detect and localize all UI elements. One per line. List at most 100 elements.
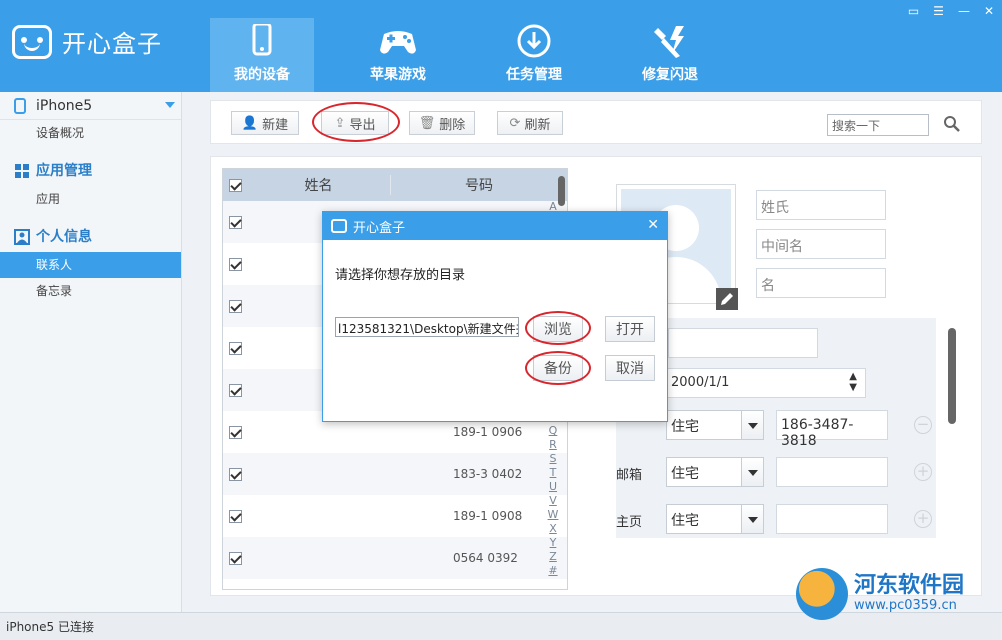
row-checkbox[interactable] (228, 551, 242, 565)
chevron-down-icon[interactable] (741, 411, 763, 439)
middle-name-field[interactable]: 中间名 (756, 229, 886, 259)
contacts-list-header: 姓名 号码 (223, 169, 567, 201)
sidebar-item-memos[interactable]: 备忘录 (0, 278, 181, 304)
alphabet-index-letter[interactable]: U (546, 480, 560, 494)
app-title: 开心盒子 (62, 30, 162, 58)
row-checkbox[interactable] (228, 215, 242, 229)
refresh-button[interactable]: ⟳ 刷新 (497, 111, 563, 135)
row-checkbox[interactable] (228, 257, 242, 271)
alphabet-index-letter[interactable]: Z (546, 550, 560, 564)
delete-button-label: 删除 (439, 117, 466, 133)
gamepad-icon (380, 31, 416, 54)
sidebar-item-device-overview[interactable]: 设备概况 (0, 120, 181, 146)
table-row[interactable]: 189-1 0908 (223, 495, 567, 537)
given-name-field[interactable]: 名 (756, 268, 886, 298)
watermark-name: 河东软件园 (854, 573, 965, 598)
cancel-button[interactable]: 取消 (605, 355, 655, 381)
detail-scrollbar[interactable] (948, 328, 956, 424)
birthday-field[interactable]: 2000/1/1 ▲ ▼ (666, 368, 866, 398)
alphabet-index-letter[interactable]: Q (546, 424, 560, 438)
nav-tab-task-manager[interactable]: 任务管理 (482, 18, 586, 92)
email-field[interactable] (776, 457, 888, 487)
column-header-number[interactable]: 号码 (391, 175, 567, 195)
contact-number: 0564 0392 (453, 551, 518, 565)
email-type-value: 住宅 (671, 466, 699, 482)
annotation-circle (525, 351, 591, 385)
select-all-checkbox[interactable] (228, 178, 242, 192)
phone-type-value: 住宅 (671, 419, 699, 435)
download-icon (517, 24, 551, 58)
row-checkbox[interactable] (228, 383, 242, 397)
dialog-title: 开心盒子 (353, 220, 406, 236)
nav-tab-label: 我的设备 (234, 67, 290, 83)
homepage-type-select[interactable]: 住宅 (666, 504, 764, 534)
sidebar: iPhone5 设备概况 应用管理 应用 个人信息 联系人 备忘录 (0, 92, 182, 612)
site-logo-icon (796, 568, 848, 620)
contact-number: 183-3 0402 (453, 467, 523, 481)
close-icon[interactable]: ✕ (647, 217, 659, 233)
window-controls: ▭ ☰ — ✕ (908, 4, 994, 18)
row-checkbox[interactable] (228, 299, 242, 313)
phone-icon (14, 97, 26, 114)
search-icon[interactable] (943, 115, 961, 133)
phone-type-select[interactable]: 住宅 (666, 410, 764, 440)
apps-grid-icon (15, 164, 29, 178)
add-homepage-icon[interactable]: + (914, 510, 932, 528)
company-field[interactable] (668, 328, 818, 358)
surname-field[interactable]: 姓氏 (756, 190, 886, 220)
spinner-arrows-icon[interactable]: ▲ ▼ (849, 371, 857, 393)
chevron-down-icon[interactable] (165, 102, 175, 108)
nav-tab-apple-games[interactable]: 苹果游戏 (346, 18, 450, 92)
alphabet-index-letter[interactable]: S (546, 452, 560, 466)
remove-phone-icon[interactable]: − (914, 416, 932, 434)
annotation-circle (525, 311, 591, 345)
refresh-icon: ⟳ (509, 115, 521, 131)
annotation-circle (312, 102, 400, 142)
alphabet-index-letter[interactable]: V (546, 494, 560, 508)
new-button[interactable]: 👤 新建 (231, 111, 299, 135)
site-watermark: 河东软件园 www.pc0359.cn (796, 568, 964, 620)
menu-icon[interactable]: ☰ (933, 4, 944, 18)
minimize-icon[interactable]: — (958, 4, 970, 18)
alphabet-index-letter[interactable]: R (546, 438, 560, 452)
sidebar-device-selector[interactable]: iPhone5 (0, 92, 181, 120)
nav-tab-my-device[interactable]: 我的设备 (210, 18, 314, 92)
row-checkbox[interactable] (228, 425, 242, 439)
chevron-down-icon[interactable] (741, 458, 763, 486)
row-checkbox[interactable] (228, 341, 242, 355)
table-row[interactable]: 0564 0392 (223, 537, 567, 579)
table-row[interactable]: 183-3 0402 (223, 453, 567, 495)
row-checkbox[interactable] (228, 467, 242, 481)
nav-tab-fix-crash[interactable]: 修复闪退 (618, 18, 722, 92)
email-type-select[interactable]: 住宅 (666, 457, 764, 487)
sidebar-group-personal-info[interactable]: 个人信息 (0, 222, 181, 252)
add-user-icon: 👤 (241, 115, 259, 131)
homepage-field[interactable] (776, 504, 888, 534)
save-directory-dialog: 开心盒子 ✕ 请选择你想存放的目录 l123581321\Desktop\新建文… (322, 211, 668, 422)
search-input[interactable]: 搜索一下 (827, 114, 929, 136)
close-icon[interactable]: ✕ (984, 4, 994, 18)
dialog-title-bar: 开心盒子 ✕ (323, 212, 667, 240)
phone-number-field[interactable]: 186-3487-3818 (776, 410, 888, 449)
alphabet-index-letter[interactable]: # (546, 564, 560, 578)
sidebar-group-label: 个人信息 (36, 229, 92, 245)
sidebar-group-app-management[interactable]: 应用管理 (0, 156, 181, 186)
delete-button[interactable]: 🗑 删除 (409, 111, 475, 135)
column-header-name[interactable]: 姓名 (247, 175, 391, 195)
alphabet-index-letter[interactable]: Y (546, 536, 560, 550)
phone-icon (252, 24, 272, 56)
alphabet-index-letter[interactable]: W (546, 508, 560, 522)
directory-path-input[interactable]: l123581321\Desktop\新建文件夹 (335, 317, 519, 337)
contact-number: 189-1 0906 (453, 425, 523, 439)
sidebar-item-contacts[interactable]: 联系人 (0, 252, 181, 278)
sidebar-item-apps[interactable]: 应用 (0, 186, 181, 212)
add-email-icon[interactable]: + (914, 463, 932, 481)
chevron-down-icon[interactable] (741, 505, 763, 533)
dialog-message: 请选择你想存放的目录 (335, 268, 466, 283)
feedback-icon[interactable]: ▭ (908, 4, 919, 18)
pencil-icon[interactable] (716, 288, 738, 310)
alphabet-index-letter[interactable]: T (546, 466, 560, 480)
alphabet-index-letter[interactable]: X (546, 522, 560, 536)
row-checkbox[interactable] (228, 509, 242, 523)
open-button[interactable]: 打开 (605, 316, 655, 342)
